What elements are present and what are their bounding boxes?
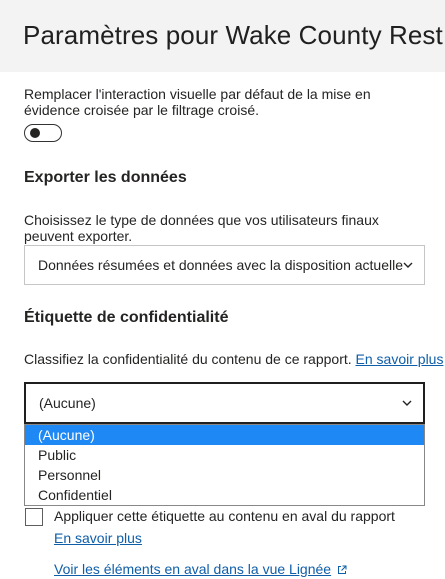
export-select[interactable]: Données résumées et données avec la disp… (24, 245, 425, 285)
sensitivity-description: Classifiez la confidentialité du contenu… (24, 351, 352, 367)
toggle-knob (30, 128, 40, 138)
export-select-value: Données résumées et données avec la disp… (38, 257, 404, 273)
crossfilter-toggle[interactable] (24, 124, 62, 142)
chevron-down-icon (403, 262, 413, 268)
sensitivity-option-confidential[interactable]: Confidentiel (25, 485, 424, 505)
sensitivity-option-personal[interactable]: Personnel (25, 465, 424, 485)
settings-header: Paramètres pour Wake County Rest... (0, 0, 445, 72)
sensitivity-option-public[interactable]: Public (25, 445, 424, 465)
crossfilter-description: Remplacer l'interaction visuelle par déf… (24, 86, 371, 118)
sensitivity-dropdown-list: (Aucune) Public Personnel Confidentiel (24, 424, 425, 506)
sensitivity-option-none[interactable]: (Aucune) (25, 425, 424, 445)
sensitivity-description-line: Classifiez la confidentialité du contenu… (24, 351, 443, 367)
sensitivity-select[interactable]: (Aucune) (24, 382, 425, 424)
lineage-view-link[interactable]: Voir les éléments en aval dans la vue Li… (54, 561, 331, 577)
lineage-link-row[interactable]: Voir les éléments en aval dans la vue Li… (54, 561, 347, 577)
external-link-icon (338, 565, 347, 574)
page-title: Paramètres pour Wake County Rest... (23, 20, 445, 50)
apply-downstream-label: Appliquer cette étiquette au contenu en … (54, 508, 395, 524)
chevron-down-icon (402, 400, 412, 406)
apply-downstream-checkbox[interactable] (25, 508, 43, 526)
export-heading: Exporter les données (24, 169, 187, 186)
export-description: Choisissez le type de données que vos ut… (24, 212, 379, 244)
sensitivity-learn-more-link[interactable]: En savoir plus (356, 351, 444, 367)
sensitivity-select-value: (Aucune) (39, 395, 96, 411)
sensitivity-heading: Étiquette de confidentialité (24, 309, 229, 326)
apply-learn-more-link[interactable]: En savoir plus (54, 530, 142, 546)
